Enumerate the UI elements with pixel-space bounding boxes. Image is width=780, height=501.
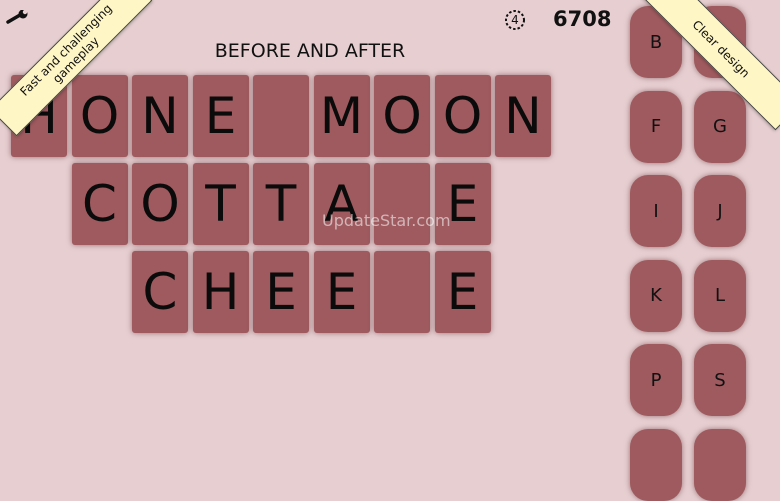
letter-tile: E — [192, 75, 249, 157]
letter-tile: E — [434, 163, 491, 245]
letter-key[interactable]: F — [630, 90, 682, 163]
letter-tile — [253, 75, 309, 157]
letter-tile: T — [192, 163, 249, 245]
letter-tile: N — [132, 75, 188, 157]
watermark: UpdateStar.com — [322, 211, 451, 230]
letter-tile: H — [192, 251, 249, 333]
letter-key[interactable] — [694, 428, 746, 501]
letter-key[interactable] — [630, 428, 682, 501]
letter-tile: O — [71, 75, 128, 157]
letter-key[interactable]: P — [630, 344, 682, 416]
letter-key[interactable]: I — [630, 175, 682, 247]
hint-button[interactable]: 4 — [503, 8, 527, 32]
letter-tile: C — [132, 251, 188, 333]
letter-tile: E — [434, 251, 491, 333]
score: 6708 — [553, 7, 612, 31]
letter-tile: N — [495, 75, 551, 157]
letter-tile: O — [374, 75, 430, 157]
letter-key[interactable]: J — [694, 175, 746, 247]
letter-tile — [374, 163, 430, 245]
letter-tile: E — [253, 251, 309, 333]
letter-tile: O — [132, 163, 188, 245]
letter-tile: C — [71, 163, 128, 245]
letter-key[interactable]: G — [694, 90, 746, 163]
letter-key[interactable]: S — [694, 344, 746, 416]
letter-tile: T — [253, 163, 309, 245]
game-screen: BEFORE AND AFTER 4 6708 HONEMOONCOTTAECH… — [0, 0, 780, 501]
letter-tile: E — [313, 251, 370, 333]
wrench-icon[interactable] — [6, 9, 30, 26]
hint-count: 4 — [511, 13, 519, 27]
letter-tile: M — [313, 75, 370, 157]
letter-tile — [374, 251, 430, 333]
letter-tile: O — [434, 75, 491, 157]
letter-key[interactable]: L — [694, 259, 746, 332]
letter-tile: A — [313, 163, 370, 245]
category-title: BEFORE AND AFTER — [214, 40, 406, 62]
letter-key[interactable]: K — [630, 259, 682, 332]
